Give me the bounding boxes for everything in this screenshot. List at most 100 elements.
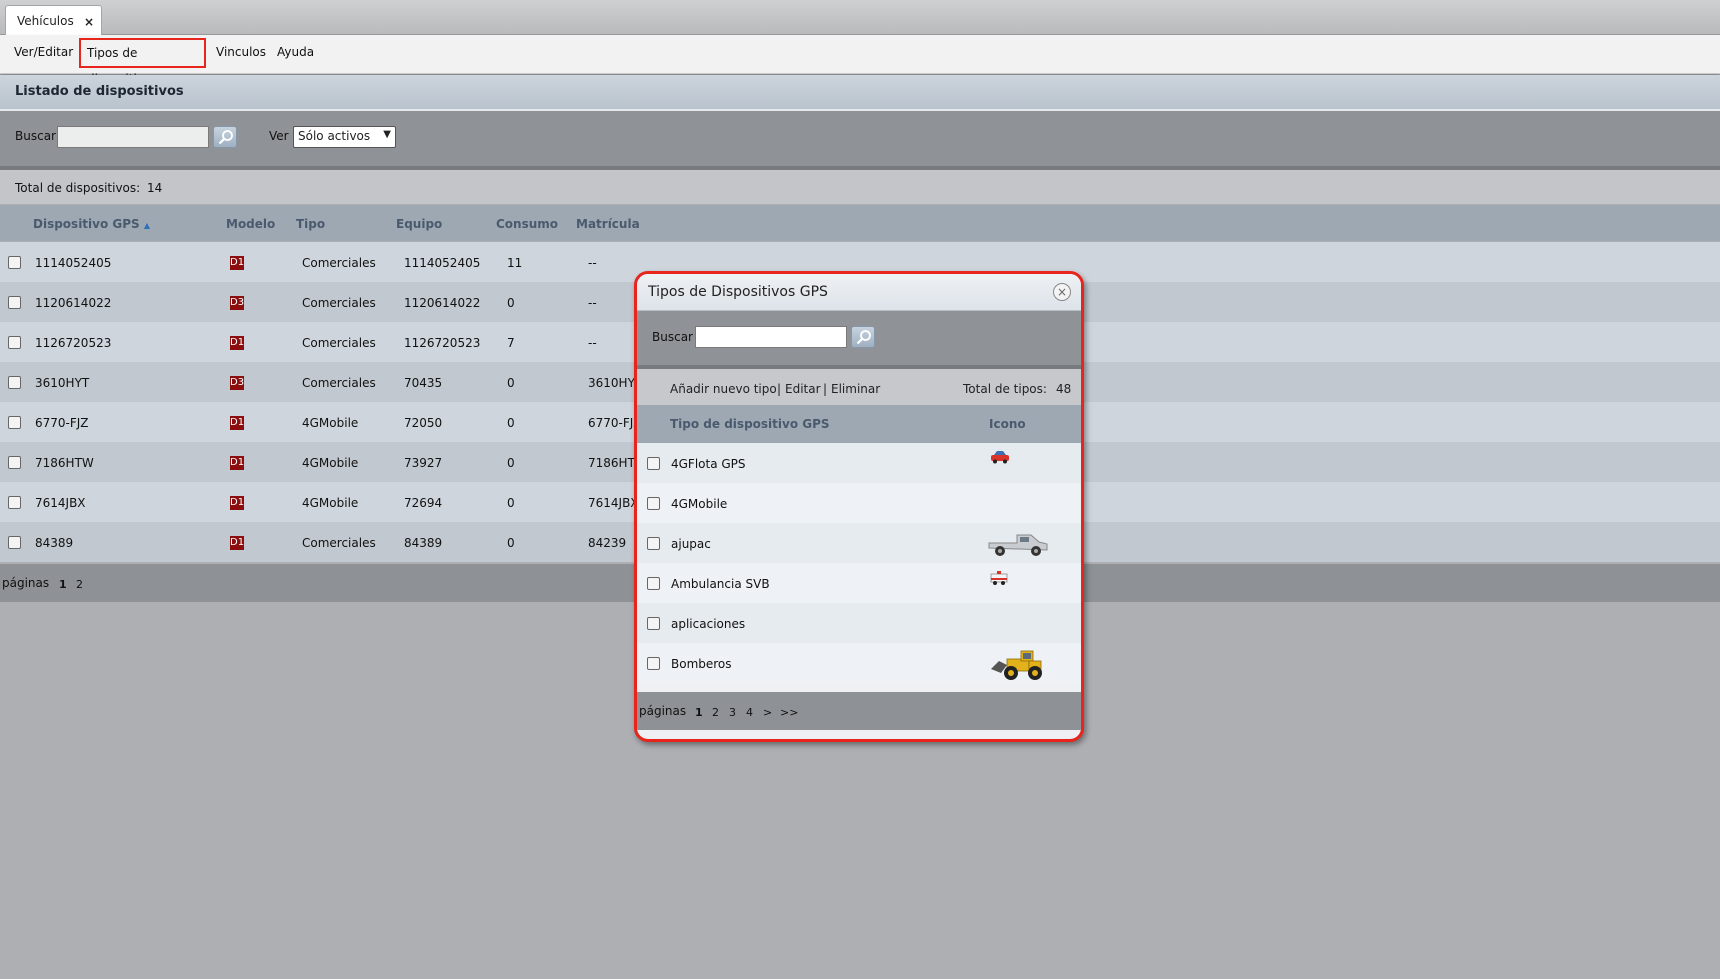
search-bar: Buscar Ver Sólo activos ▼ xyxy=(0,111,1720,170)
col-matricula[interactable]: Matrícula xyxy=(576,217,640,231)
next-page-link[interactable]: > xyxy=(763,706,772,719)
row-checkbox[interactable] xyxy=(8,336,21,349)
model-badge: D1 xyxy=(230,336,245,350)
cell-tipo: Comerciales xyxy=(302,256,376,270)
cell-tipo: Comerciales xyxy=(302,536,376,550)
page-link[interactable]: 1 xyxy=(695,706,703,719)
separator: | xyxy=(777,382,782,396)
magnifier-icon xyxy=(856,330,871,345)
page-link[interactable]: 3 xyxy=(729,706,736,719)
pickup-truck-icon xyxy=(987,530,1049,561)
menu-ayuda[interactable]: Ayuda xyxy=(277,45,314,59)
row-checkbox[interactable] xyxy=(8,536,21,549)
list-item[interactable]: 4GFlota GPS xyxy=(637,443,1081,483)
menu-tipos-dispositivos[interactable]: Tipos de dispositivos xyxy=(79,38,206,86)
col-equipo[interactable]: Equipo xyxy=(396,217,442,231)
red-car-icon xyxy=(989,449,1011,468)
row-checkbox[interactable] xyxy=(647,497,660,510)
chevron-down-icon: ▼ xyxy=(383,129,391,140)
col-consumo[interactable]: Consumo xyxy=(496,217,558,231)
delete-link[interactable]: Eliminar xyxy=(831,382,880,396)
list-item[interactable]: ajupac xyxy=(637,523,1081,563)
cell-gps: 1114052405 xyxy=(35,256,112,270)
totals-bar: Total de dispositivos: 14 xyxy=(0,170,1720,204)
pagination-label: páginas xyxy=(2,576,50,590)
list-item[interactable]: Bomberos xyxy=(637,643,1081,683)
page-link[interactable]: 1 xyxy=(59,578,67,591)
row-checkbox[interactable] xyxy=(8,296,21,309)
tab-close-icon[interactable]: × xyxy=(84,15,94,29)
tab-label: Vehículos xyxy=(17,14,74,28)
ambulance-icon xyxy=(989,569,1009,590)
edit-link[interactable]: Editar xyxy=(785,382,821,396)
row-checkbox[interactable] xyxy=(647,457,660,470)
col-dispositivo-gps[interactable]: Dispositivo GPS ▲ xyxy=(33,217,150,231)
col-icono[interactable]: Icono xyxy=(989,417,1026,431)
sort-asc-icon: ▲ xyxy=(143,221,151,230)
row-checkbox[interactable] xyxy=(8,256,21,269)
menu-ver-editar[interactable]: Ver/Editar xyxy=(14,45,73,59)
row-checkbox[interactable] xyxy=(8,456,21,469)
row-checkbox[interactable] xyxy=(8,416,21,429)
col-tipo-dispositivo[interactable]: Tipo de dispositivo GPS xyxy=(670,417,830,431)
list-item[interactable]: aplicaciones xyxy=(637,603,1081,643)
separator: | xyxy=(823,382,828,396)
page-link[interactable]: 2 xyxy=(76,578,83,591)
cell-consumo: 0 xyxy=(507,376,515,390)
cell-gps: 84389 xyxy=(35,536,74,550)
wheel-loader-icon xyxy=(989,647,1047,684)
cell-matricula: -- xyxy=(588,256,597,270)
device-types-dialog: Tipos de Dispositivos GPS × Buscar Añadi… xyxy=(634,271,1084,742)
model-badge: D1 xyxy=(230,536,245,550)
cell-equipo: 1120614022 xyxy=(404,296,481,310)
row-checkbox[interactable] xyxy=(647,617,660,630)
cell-equipo: 1126720523 xyxy=(404,336,481,350)
list-item[interactable]: 4GMobile xyxy=(637,483,1081,523)
dialog-table-header: Tipo de dispositivo GPS Icono xyxy=(637,405,1081,443)
cell-matricula: 84239 xyxy=(588,536,627,550)
add-type-link[interactable]: Añadir nuevo tipo xyxy=(670,382,777,396)
last-page-link[interactable]: >> xyxy=(780,706,798,719)
dialog-pagination: páginas 1 2 3 4 > >> xyxy=(637,692,1081,730)
cell-tipo: 4GMobile xyxy=(302,456,359,470)
cell-consumo: 0 xyxy=(507,536,515,550)
dialog-actions-bar: Añadir nuevo tipo | Editar | Eliminar To… xyxy=(637,369,1081,405)
page-link[interactable]: 2 xyxy=(712,706,719,719)
magnifier-icon xyxy=(218,130,233,145)
cell-consumo: 0 xyxy=(507,296,515,310)
menu-bar: Ver/Editar Tipos de dispositivos Vinculo… xyxy=(0,35,1720,86)
list-item[interactable]: Ambulancia SVB xyxy=(637,563,1081,603)
view-select-value: Sólo activos xyxy=(298,129,371,143)
search-label: Buscar xyxy=(15,129,56,143)
menu-vinculos[interactable]: Vinculos xyxy=(216,45,266,59)
search-input[interactable] xyxy=(57,126,209,148)
col-modelo[interactable]: Modelo xyxy=(226,217,275,231)
row-checkbox[interactable] xyxy=(8,496,21,509)
col-tipo[interactable]: Tipo xyxy=(296,217,325,231)
view-label: Ver xyxy=(269,129,289,143)
search-button[interactable] xyxy=(213,126,237,148)
tab-vehiculos[interactable]: Vehículos × xyxy=(5,5,102,35)
row-checkbox[interactable] xyxy=(647,577,660,590)
cell-equipo: 84389 xyxy=(404,536,443,550)
page-link[interactable]: 4 xyxy=(746,706,753,719)
pagination-label: páginas xyxy=(639,704,687,718)
dialog-search-bar: Buscar xyxy=(637,311,1081,369)
dialog-title: Tipos de Dispositivos GPS xyxy=(648,284,828,300)
cell-tipo: 4GMobile xyxy=(302,496,359,510)
dialog-search-label: Buscar xyxy=(652,330,693,344)
dialog-search-button[interactable] xyxy=(851,326,875,348)
col-label: Dispositivo GPS xyxy=(33,217,140,231)
dialog-search-input[interactable] xyxy=(695,326,847,348)
cell-tipo: Comerciales xyxy=(302,336,376,350)
row-checkbox[interactable] xyxy=(647,657,660,670)
cell-gps: 1126720523 xyxy=(35,336,112,350)
cell-consumo: 0 xyxy=(507,456,515,470)
row-checkbox[interactable] xyxy=(647,537,660,550)
cell-gps: 7614JBX xyxy=(35,496,86,510)
view-select[interactable]: Sólo activos ▼ xyxy=(293,126,396,148)
page-title: Listado de dispositivos xyxy=(15,84,184,99)
row-checkbox[interactable] xyxy=(8,376,21,389)
devices-table-header: Dispositivo GPS ▲ Modelo Tipo Equipo Con… xyxy=(0,205,1720,241)
close-icon[interactable]: × xyxy=(1053,283,1071,301)
